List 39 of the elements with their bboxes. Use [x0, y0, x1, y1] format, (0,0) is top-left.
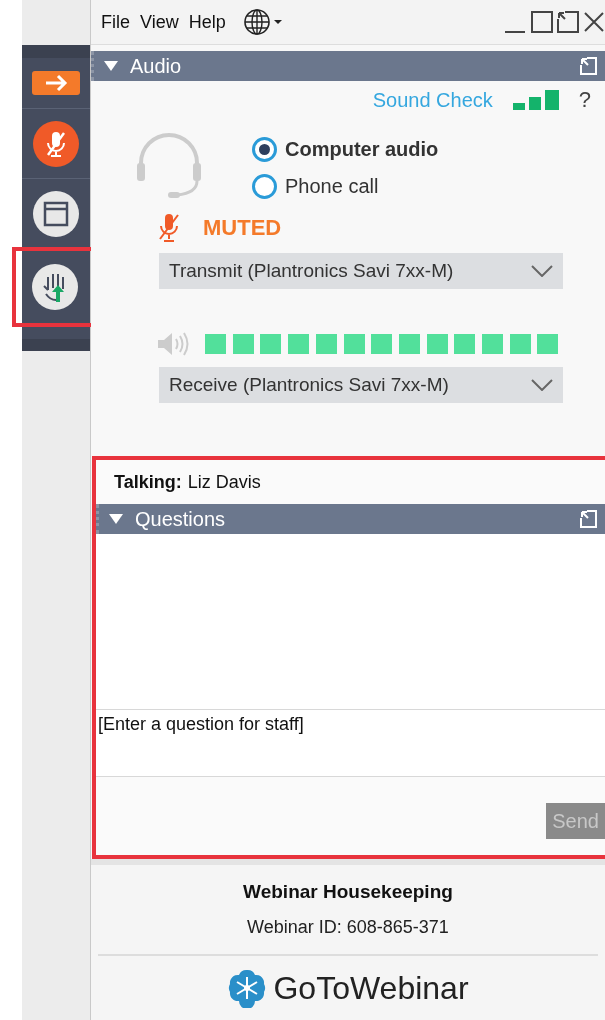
muted-label: MUTED	[203, 215, 282, 241]
window-icon	[33, 190, 79, 237]
panel-title: Audio	[130, 54, 183, 78]
device-dropdown[interactable]: Receive (Plantronics Savi 7xx-M)	[159, 367, 563, 403]
product-logo-text: GoToWebinar	[273, 969, 469, 1007]
collapse-triangle-icon[interactable]	[104, 61, 118, 71]
window-button[interactable]	[33, 190, 79, 237]
close-icon[interactable]	[583, 11, 605, 33]
raise-hand-button[interactable]	[32, 264, 78, 310]
chevron-down-icon	[531, 379, 553, 391]
chevron-down-icon	[531, 265, 553, 277]
muted-microphone-icon	[33, 120, 79, 167]
snowflake-logo-icon	[227, 968, 268, 1008]
question-input-field[interactable]: [Enter a question for staff]	[96, 709, 605, 777]
arrow-button[interactable]	[32, 71, 80, 95]
collapse-triangle-icon[interactable]	[109, 514, 123, 524]
radio-button[interactable]	[252, 174, 277, 199]
raised-hand-icon	[32, 264, 78, 310]
restore-icon[interactable]	[557, 11, 579, 33]
signal-bars-icon	[512, 90, 559, 110]
webinar-id: Webinar ID: 608-865-371	[247, 917, 449, 938]
menu-item[interactable]: View	[140, 11, 179, 33]
speaker-icon	[157, 331, 191, 357]
audio-option-radio[interactable]: Computer audio	[252, 137, 439, 162]
headset-icon	[136, 133, 202, 199]
radio-button[interactable]	[252, 137, 277, 162]
pop-out-icon[interactable]	[579, 509, 599, 529]
webinar-title: Webinar Housekeeping	[243, 881, 453, 903]
pop-out-icon[interactable]	[579, 56, 599, 76]
maximize-icon[interactable]	[531, 11, 553, 33]
microphone-button[interactable]	[33, 120, 79, 167]
device-dropdown[interactable]: Transmit (Plantronics Savi 7xx-M)	[159, 253, 563, 289]
audio-option-radio[interactable]: Phone call	[252, 174, 439, 199]
speaker-name: Liz Davis	[187, 471, 261, 493]
help-icon[interactable]: ?	[578, 87, 591, 113]
talking-label: Talking:	[114, 471, 182, 493]
menu-item[interactable]: File	[101, 11, 130, 33]
panel-title: Questions	[135, 507, 227, 531]
menu-item[interactable]: Help	[188, 11, 226, 33]
